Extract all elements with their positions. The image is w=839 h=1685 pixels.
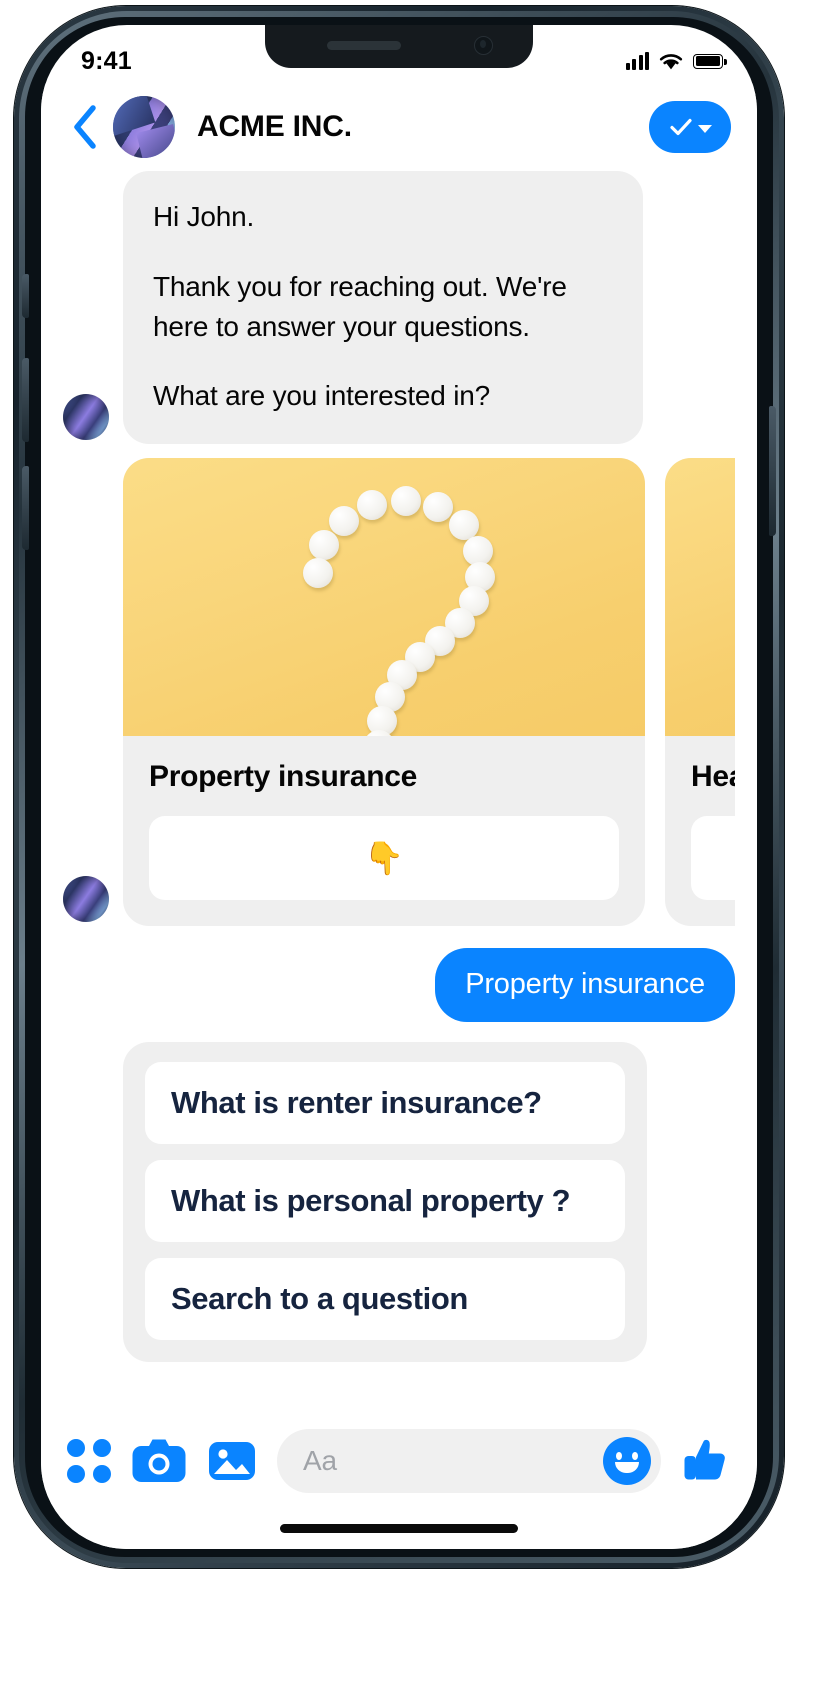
page-title: ACME INC.	[197, 110, 352, 143]
card-body: Property insurance 👇	[123, 736, 645, 926]
chat-header: ACME INC.	[41, 83, 757, 171]
check-icon	[670, 118, 692, 136]
smiley-face-icon[interactable]	[603, 1437, 651, 1485]
home-indicator	[280, 1524, 518, 1533]
carousel-card[interactable]: Property insurance 👇	[123, 458, 645, 926]
phone-frame: 9:41 ACME INC. Hi John. Thank you for re…	[14, 6, 784, 1568]
card-action-button[interactable]: 👇	[149, 816, 619, 900]
bot-message-line: Thank you for reaching out. We're here t…	[153, 270, 567, 342]
earpiece-speaker-icon	[327, 41, 401, 50]
cellular-bars-icon	[625, 52, 649, 70]
user-message-bubble: Property insurance	[435, 948, 735, 1023]
wifi-icon	[659, 53, 683, 69]
question-mark-made-of-pills-image	[123, 458, 645, 736]
mute-switch[interactable]	[22, 274, 29, 318]
volume-up-button[interactable]	[22, 358, 29, 442]
bot-avatar-icon	[63, 876, 109, 922]
second-card-image	[665, 458, 735, 736]
search-input[interactable]: Aa	[303, 1445, 603, 1477]
message-thread[interactable]: Hi John. Thank you for reaching out. We'…	[41, 171, 757, 1549]
quick-reply-option[interactable]: What is renter insurance?	[145, 1062, 625, 1145]
card-carousel[interactable]: Property insurance 👇 Health insurance	[123, 458, 735, 926]
back-button[interactable]	[63, 103, 107, 151]
status-indicators	[625, 52, 727, 71]
quick-reply-option[interactable]: Search to a question	[145, 1258, 625, 1341]
screenshot-root: 9:41 ACME INC. Hi John. Thank you for re…	[0, 0, 839, 1685]
app-grid-icon[interactable]	[67, 1439, 111, 1483]
card-action-button[interactable]	[691, 816, 735, 900]
volume-down-button[interactable]	[22, 466, 29, 550]
chevron-down-icon	[698, 124, 712, 133]
quick-replies-row: What is renter insurance? What is person…	[63, 1042, 735, 1363]
card-title: Health insurance	[691, 760, 735, 793]
acme-avatar-icon[interactable]	[113, 96, 175, 158]
power-button[interactable]	[769, 406, 776, 536]
bot-avatar-icon	[63, 394, 109, 440]
battery-full-icon	[693, 53, 727, 69]
quick-reply-option[interactable]: What is personal property ?	[145, 1160, 625, 1243]
photo-gallery-icon[interactable]	[207, 1438, 257, 1484]
carousel-card-partial[interactable]: Health insurance	[665, 458, 735, 926]
camera-icon[interactable]	[131, 1438, 187, 1484]
card-body: Health insurance	[665, 736, 735, 926]
notch	[265, 25, 533, 68]
bot-message-bubble: Hi John. Thank you for reaching out. We'…	[123, 171, 643, 444]
verified-badge-button[interactable]	[649, 101, 731, 153]
status-clock: 9:41	[81, 46, 132, 75]
thumbs-up-icon[interactable]	[681, 1436, 731, 1486]
message-input-wrapper[interactable]: Aa	[277, 1429, 661, 1493]
front-camera-icon	[474, 36, 493, 55]
bot-message-line: What are you interested in?	[153, 380, 491, 412]
message-row-bot: Hi John. Thank you for reaching out. We'…	[63, 171, 735, 444]
quick-replies-panel: What is renter insurance? What is person…	[123, 1042, 647, 1363]
carousel-row: Property insurance 👇 Health insurance	[63, 458, 735, 926]
phone-screen: 9:41 ACME INC. Hi John. Thank you for re…	[41, 25, 757, 1549]
message-row-user: Property insurance	[63, 948, 735, 1023]
card-title: Property insurance	[149, 760, 418, 793]
bot-message-line: Hi John.	[153, 201, 255, 232]
chevron-left-icon	[74, 105, 96, 149]
